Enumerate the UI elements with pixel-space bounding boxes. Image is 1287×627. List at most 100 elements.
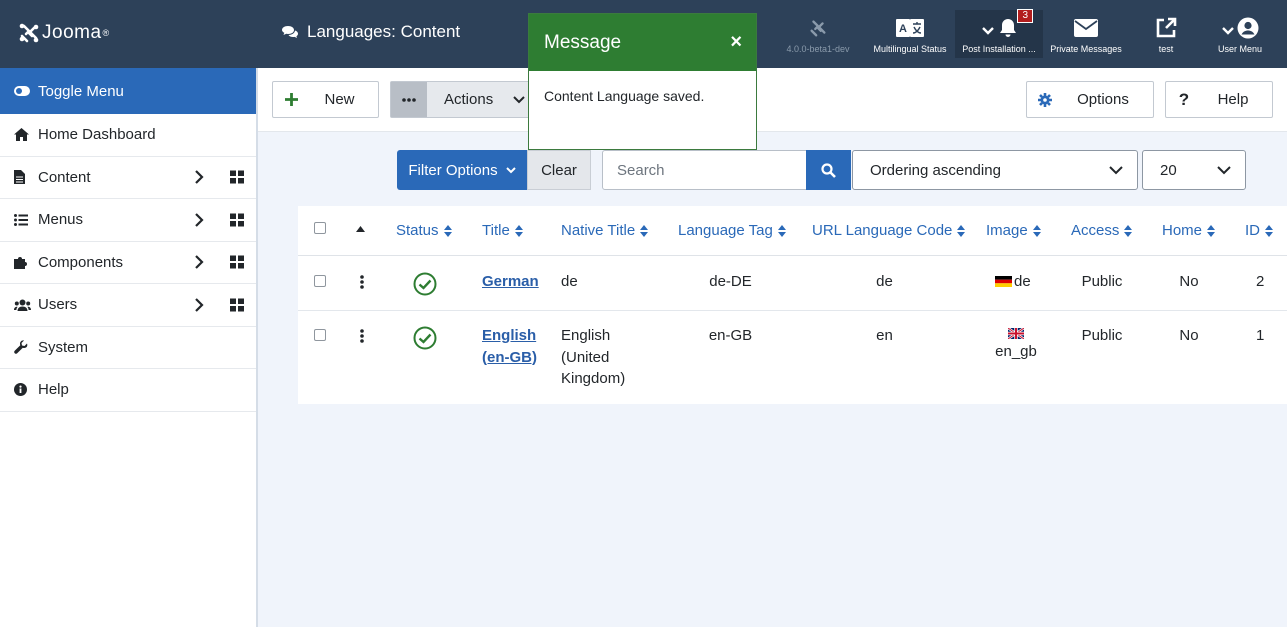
published-check-icon[interactable] bbox=[413, 272, 437, 296]
ordering-select[interactable]: Ordering ascending bbox=[852, 150, 1138, 190]
sidebar-item-label: Users bbox=[38, 296, 78, 314]
chevron-down-icon bbox=[1217, 166, 1231, 175]
search-input[interactable] bbox=[602, 150, 807, 190]
column-header-home[interactable]: Home bbox=[1162, 222, 1216, 239]
chevron-right-icon[interactable] bbox=[194, 170, 204, 185]
published-check-icon[interactable] bbox=[413, 326, 437, 350]
plus-icon bbox=[284, 93, 298, 106]
file-icon bbox=[14, 170, 25, 185]
image-code: en_gb bbox=[995, 343, 1037, 360]
sidebar-item-label: Help bbox=[38, 381, 69, 399]
column-header-native-title[interactable]: Native Title bbox=[561, 222, 649, 239]
post-installation-messages[interactable]: 3 Post Installation ... bbox=[955, 9, 1043, 58]
chevron-down-icon bbox=[1109, 166, 1123, 175]
joomla-icon bbox=[810, 20, 826, 37]
dashboard-grid-icon[interactable] bbox=[230, 213, 244, 227]
language-id: 2 bbox=[1256, 273, 1265, 290]
dashboard-grid-icon[interactable] bbox=[230, 255, 244, 269]
sidebar-item-toggle-menu[interactable]: Toggle Menu bbox=[0, 68, 256, 114]
joomla-version[interactable]: 4.0.0-beta1-dev bbox=[786, 10, 850, 58]
dashboard-grid-icon[interactable] bbox=[230, 298, 244, 312]
sidebar-item-system[interactable]: System bbox=[0, 327, 256, 369]
help-button-label: Help bbox=[1217, 91, 1249, 108]
sidebar-item-label: Menus bbox=[38, 211, 84, 229]
sidebar: Toggle Menu Home Dashboard Content Menus… bbox=[0, 68, 258, 627]
column-header-label: Home bbox=[1162, 222, 1203, 239]
list-limit-select[interactable]: 20 bbox=[1142, 150, 1246, 190]
sidebar-item-help[interactable]: Help bbox=[0, 369, 256, 412]
sidebar-item-label: Toggle Menu bbox=[38, 82, 124, 100]
wrench-icon bbox=[14, 340, 28, 355]
column-header-id[interactable]: ID bbox=[1245, 222, 1273, 239]
language-tag: en-GB bbox=[708, 327, 753, 344]
home-status: No bbox=[1179, 327, 1199, 344]
view-site-label: test bbox=[1158, 44, 1174, 54]
sidebar-item-home-dashboard[interactable]: Home Dashboard bbox=[0, 114, 256, 157]
flag-gb-icon bbox=[1008, 328, 1024, 339]
access-level: Public bbox=[1081, 273, 1123, 290]
column-header-status[interactable]: Status bbox=[396, 222, 452, 239]
actions-button-label: Actions bbox=[444, 91, 494, 108]
search-button[interactable] bbox=[806, 150, 851, 190]
language-tag: de-DE bbox=[709, 273, 752, 290]
select-all-checkbox[interactable] bbox=[314, 222, 326, 234]
column-header-image[interactable]: Image bbox=[986, 222, 1041, 239]
column-header-label: Status bbox=[396, 222, 439, 239]
page-title-text: Languages: Content bbox=[307, 22, 461, 41]
ordering-select-value: Ordering ascending bbox=[870, 161, 1001, 179]
column-header-title[interactable]: Title bbox=[482, 222, 523, 239]
close-icon[interactable]: × bbox=[730, 31, 742, 54]
sort-icon bbox=[514, 224, 523, 237]
sort-icon bbox=[957, 224, 966, 237]
language-title-link[interactable]: English (en-GB) bbox=[482, 325, 537, 368]
new-button[interactable]: New bbox=[272, 81, 379, 118]
version-label: 4.0.0-beta1-dev bbox=[786, 44, 850, 54]
access-level: Public bbox=[1081, 327, 1123, 344]
private-messages-label: Private Messages bbox=[1050, 44, 1122, 54]
options-button[interactable]: Options bbox=[1026, 81, 1154, 118]
private-messages[interactable]: Private Messages bbox=[1050, 10, 1122, 58]
sort-icon bbox=[1207, 224, 1216, 237]
user-menu[interactable]: User Menu bbox=[1210, 10, 1270, 58]
comments-icon bbox=[282, 26, 298, 38]
help-button[interactable]: ? Help bbox=[1165, 81, 1273, 118]
sidebar-item-users[interactable]: Users bbox=[0, 284, 256, 327]
row-checkbox[interactable] bbox=[314, 275, 326, 287]
sort-icon bbox=[640, 224, 649, 237]
image-cell: en_gb bbox=[986, 328, 1046, 361]
actions-button[interactable]: Actions bbox=[390, 81, 530, 118]
chevron-right-icon[interactable] bbox=[194, 212, 204, 227]
view-site-link[interactable]: test bbox=[1140, 10, 1192, 58]
sidebar-item-menus[interactable]: Menus bbox=[0, 199, 256, 242]
bell-icon bbox=[1000, 19, 1016, 37]
dashboard-grid-icon[interactable] bbox=[230, 170, 244, 184]
column-header-url-language-code[interactable]: URL Language Code bbox=[812, 222, 966, 239]
kebab-menu-icon[interactable] bbox=[360, 329, 364, 343]
user-menu-label: User Menu bbox=[1217, 44, 1262, 54]
chevron-down-icon bbox=[513, 95, 525, 103]
chevron-right-icon[interactable] bbox=[194, 255, 204, 270]
chevron-right-icon[interactable] bbox=[194, 297, 204, 312]
native-title-line: English bbox=[561, 327, 611, 344]
joomla-logo[interactable]: Jooma ® bbox=[18, 22, 110, 44]
toggle-icon bbox=[14, 86, 30, 96]
sidebar-item-components[interactable]: Components bbox=[0, 242, 256, 284]
kebab-menu-icon[interactable] bbox=[360, 275, 364, 289]
sidebar-item-label: Content bbox=[38, 168, 91, 186]
sidebar-item-content[interactable]: Content bbox=[0, 157, 256, 199]
list-icon bbox=[14, 213, 28, 226]
column-header-language-tag[interactable]: Language Tag bbox=[678, 222, 786, 239]
clear-button[interactable]: Clear bbox=[527, 150, 591, 190]
sort-up-icon[interactable] bbox=[356, 226, 365, 232]
filter-options-button[interactable]: Filter Options bbox=[397, 150, 527, 190]
language-title-link[interactable]: German bbox=[482, 271, 539, 293]
column-header-label: Access bbox=[1071, 222, 1120, 239]
multilingual-status[interactable]: A Multilingual Status bbox=[872, 10, 948, 58]
row-checkbox[interactable] bbox=[314, 329, 326, 341]
home-icon bbox=[14, 128, 29, 142]
column-header-access[interactable]: Access bbox=[1071, 222, 1133, 239]
chevron-down-icon bbox=[505, 166, 516, 173]
table-row: English (en-GB) English (United Kingdom)… bbox=[298, 311, 1287, 404]
sort-icon bbox=[1124, 224, 1133, 237]
message-title: Message bbox=[544, 31, 622, 53]
